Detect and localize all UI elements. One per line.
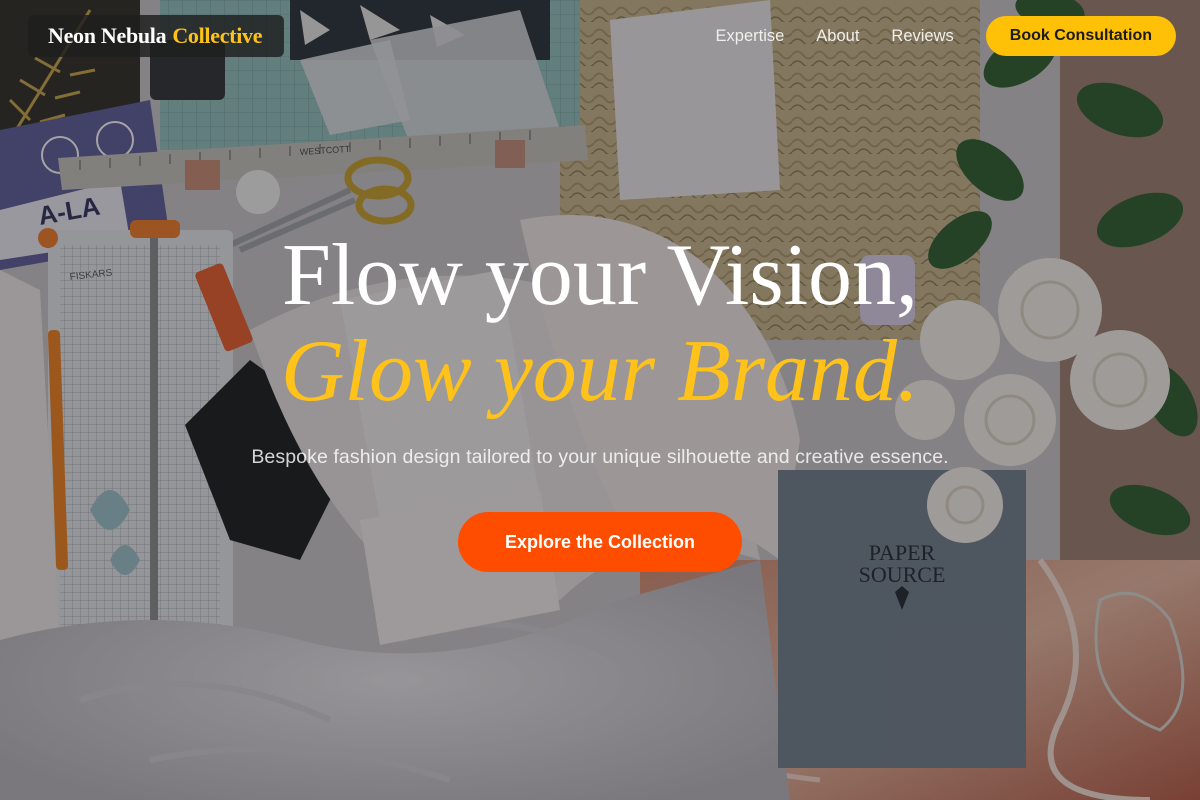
hero-subtitle: Bespoke fashion design tailored to your … — [251, 446, 949, 468]
main-nav: Expertise About Reviews Book Consultatio… — [716, 16, 1176, 56]
brand-name: Neon Nebula — [48, 23, 167, 48]
nav-link-reviews[interactable]: Reviews — [891, 27, 953, 46]
explore-collection-button[interactable]: Explore the Collection — [458, 512, 742, 572]
nav-link-expertise[interactable]: Expertise — [716, 27, 785, 46]
nav-link-about[interactable]: About — [816, 27, 859, 46]
hero-headline-line1: Flow your Vision, — [281, 227, 919, 324]
book-consultation-button[interactable]: Book Consultation — [985, 16, 1176, 56]
brand-name-accent: Collective — [172, 23, 263, 48]
hero-headline-line2: Glow your Brand. — [281, 323, 919, 420]
brand-logo[interactable]: Neon Nebula Collective — [28, 15, 285, 57]
